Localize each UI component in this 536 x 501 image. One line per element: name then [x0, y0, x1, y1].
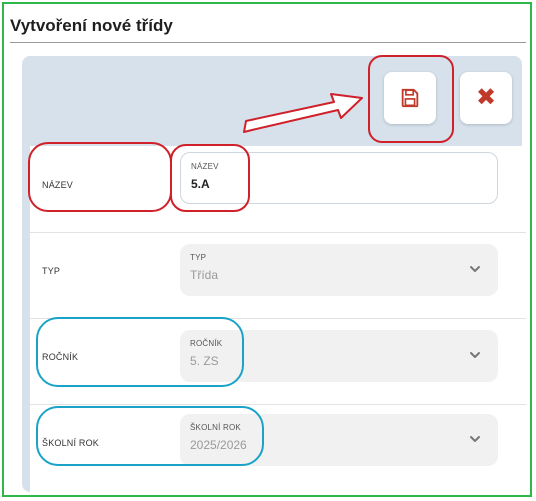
rocnik-select[interactable]: ROČNÍK 5. ZS [180, 330, 498, 382]
title-divider [10, 42, 526, 43]
close-icon: ✖ [475, 84, 497, 111]
typ-field-label: TYP [190, 253, 207, 262]
skolni-rok-select[interactable]: ŠKOLNÍ ROK 2025/2026 [180, 414, 498, 466]
form-card: NÁZEV NÁZEV 5.A TYP TYP Třída ROČNÍK ROČ… [30, 146, 526, 492]
row-label-skolni-rok: ŠKOLNÍ ROK [42, 438, 100, 448]
nazev-field-value: 5.A [191, 177, 210, 191]
form-row-skolni-rok: ŠKOLNÍ ROK ŠKOLNÍ ROK 2025/2026 [30, 404, 526, 492]
rocnik-field-value: 5. ZS [190, 354, 219, 368]
typ-select[interactable]: TYP Třída [180, 244, 498, 296]
close-button[interactable]: ✖ [460, 72, 512, 124]
form-row-nazev: NÁZEV NÁZEV 5.A [30, 146, 526, 233]
chevron-down-icon [470, 436, 480, 442]
form-row-typ: TYP TYP Třída [30, 232, 526, 319]
row-label-rocnik: ROČNÍK [42, 352, 79, 362]
rocnik-field-label: ROČNÍK [190, 339, 223, 348]
skolni-rok-field-label: ŠKOLNÍ ROK [190, 423, 241, 432]
nazev-field-label: NÁZEV [191, 162, 219, 171]
save-icon [401, 88, 419, 108]
row-label-typ: TYP [42, 266, 61, 276]
row-label-nazev: NÁZEV [42, 180, 74, 190]
save-button[interactable] [384, 72, 436, 124]
annotation-arrow [243, 93, 363, 133]
skolni-rok-field-value: 2025/2026 [190, 438, 247, 452]
form-row-rocnik: ROČNÍK ROČNÍK 5. ZS [30, 318, 526, 405]
typ-field-value: Třída [190, 268, 219, 282]
chevron-down-icon [470, 266, 480, 272]
nazev-input[interactable]: NÁZEV 5.A [180, 152, 498, 204]
dialog-title: Vytvoření nové třídy [10, 16, 173, 35]
chevron-down-icon [470, 352, 480, 358]
